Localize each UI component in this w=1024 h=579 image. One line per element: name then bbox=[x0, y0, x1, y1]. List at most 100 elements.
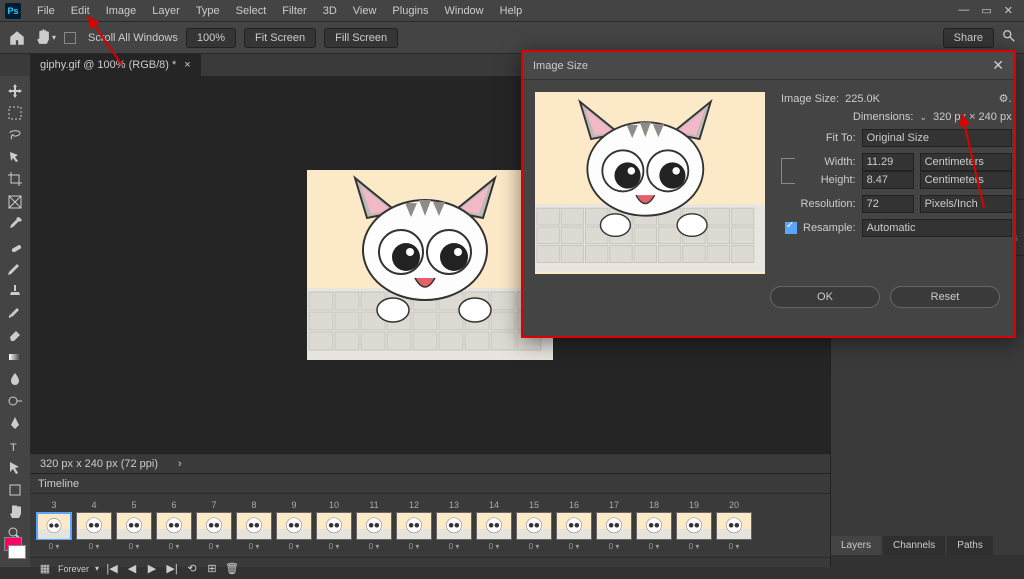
frame-delay[interactable]: 0 ▾ bbox=[609, 542, 620, 551]
eyedropper-tool-icon[interactable] bbox=[2, 213, 28, 234]
brush-tool-icon[interactable] bbox=[2, 258, 28, 279]
shape-tool-icon[interactable] bbox=[2, 479, 28, 500]
frame-delay[interactable]: 0 ▾ bbox=[729, 542, 740, 551]
timeline-newframe-icon[interactable]: ⊞ bbox=[205, 562, 219, 576]
menu-layer[interactable]: Layer bbox=[144, 5, 188, 17]
dialog-gear-icon[interactable]: ⚙. bbox=[999, 92, 1012, 105]
zoom-level-button[interactable]: 100% bbox=[186, 28, 236, 48]
timeline-first-icon[interactable]: |◀ bbox=[105, 562, 119, 576]
timeline-frame[interactable]: 10 0 ▾ bbox=[316, 500, 352, 551]
link-dimensions-icon[interactable] bbox=[781, 158, 795, 184]
timeline-frame[interactable]: 7 0 ▾ bbox=[196, 500, 232, 551]
menu-filter[interactable]: Filter bbox=[274, 5, 314, 17]
height-unit-select[interactable]: Centimeters bbox=[920, 171, 1012, 189]
frame-delay[interactable]: 0 ▾ bbox=[249, 542, 260, 551]
frame-delay[interactable]: 0 ▾ bbox=[89, 542, 100, 551]
timeline-tween-icon[interactable]: ⟲ bbox=[185, 562, 199, 576]
timeline-frame[interactable]: 3 0 ▾ bbox=[36, 500, 72, 551]
resolution-unit-select[interactable]: Pixels/Inch bbox=[920, 195, 1012, 213]
frame-delay[interactable]: 0 ▾ bbox=[169, 542, 180, 551]
tab-channels[interactable]: Channels bbox=[883, 536, 945, 555]
timeline-delete-icon[interactable]: 🗑 bbox=[225, 562, 239, 576]
timeline-frame[interactable]: 4 0 ▾ bbox=[76, 500, 112, 551]
resample-select[interactable]: Automatic bbox=[862, 219, 1012, 237]
timeline-frame[interactable]: 11 0 ▾ bbox=[356, 500, 392, 551]
frame-thumbnail[interactable] bbox=[596, 512, 632, 540]
history-brush-tool-icon[interactable] bbox=[2, 302, 28, 323]
timeline-frame[interactable]: 8 0 ▾ bbox=[236, 500, 272, 551]
hand-tool2-icon[interactable] bbox=[2, 502, 28, 523]
timeline-frame[interactable]: 19 0 ▾ bbox=[676, 500, 712, 551]
frame-tool-icon[interactable] bbox=[2, 191, 28, 212]
frame-thumbnail[interactable] bbox=[156, 512, 192, 540]
timeline-convert-icon[interactable]: ▦ bbox=[38, 562, 52, 576]
frame-thumbnail[interactable] bbox=[236, 512, 272, 540]
gradient-tool-icon[interactable] bbox=[2, 346, 28, 367]
clone-stamp-tool-icon[interactable] bbox=[2, 280, 28, 301]
frame-thumbnail[interactable] bbox=[676, 512, 712, 540]
path-select-tool-icon[interactable] bbox=[2, 457, 28, 478]
frame-delay[interactable]: 0 ▾ bbox=[569, 542, 580, 551]
frame-delay[interactable]: 0 ▾ bbox=[449, 542, 460, 551]
share-button[interactable]: Share bbox=[943, 28, 994, 48]
menu-image[interactable]: Image bbox=[98, 5, 145, 17]
fill-screen-button[interactable]: Fill Screen bbox=[324, 28, 398, 48]
frame-thumbnail[interactable] bbox=[36, 512, 72, 540]
timeline-frame[interactable]: 17 0 ▾ bbox=[596, 500, 632, 551]
frame-delay[interactable]: 0 ▾ bbox=[209, 542, 220, 551]
frame-thumbnail[interactable] bbox=[436, 512, 472, 540]
menu-type[interactable]: Type bbox=[188, 5, 228, 17]
timeline-frame[interactable]: 9 0 ▾ bbox=[276, 500, 312, 551]
frame-delay[interactable]: 0 ▾ bbox=[329, 542, 340, 551]
search-icon[interactable] bbox=[1002, 29, 1016, 46]
frame-thumbnail[interactable] bbox=[196, 512, 232, 540]
menu-plugins[interactable]: Plugins bbox=[384, 5, 436, 17]
timeline-play-icon[interactable]: ▶ bbox=[145, 562, 159, 576]
reset-button[interactable]: Reset bbox=[890, 286, 1000, 308]
fit-screen-button[interactable]: Fit Screen bbox=[244, 28, 316, 48]
frame-delay[interactable]: 0 ▾ bbox=[369, 542, 380, 551]
resample-checkbox[interactable] bbox=[785, 222, 797, 234]
scroll-checkbox[interactable] bbox=[64, 32, 76, 44]
background-swatch[interactable] bbox=[8, 545, 26, 559]
menu-window[interactable]: Window bbox=[437, 5, 492, 17]
document-tab[interactable]: giphy.gif @ 100% (RGB/8) * × bbox=[30, 54, 201, 76]
ok-button[interactable]: OK bbox=[770, 286, 880, 308]
minimize-icon[interactable]: — bbox=[958, 4, 969, 17]
frame-delay[interactable]: 0 ▾ bbox=[129, 542, 140, 551]
frame-delay[interactable]: 0 ▾ bbox=[529, 542, 540, 551]
dimensions-dropdown-icon[interactable]: ⌄ bbox=[919, 112, 927, 123]
frame-thumbnail[interactable] bbox=[516, 512, 552, 540]
frame-thumbnail[interactable] bbox=[76, 512, 112, 540]
frame-thumbnail[interactable] bbox=[316, 512, 352, 540]
timeline-frame[interactable]: 12 0 ▾ bbox=[396, 500, 432, 551]
lasso-tool-icon[interactable] bbox=[2, 124, 28, 145]
menu-view[interactable]: View bbox=[345, 5, 385, 17]
move-tool-icon[interactable] bbox=[2, 80, 28, 101]
frame-thumbnail[interactable] bbox=[116, 512, 152, 540]
timeline-prev-icon[interactable]: ◀ bbox=[125, 562, 139, 576]
timeline-frame[interactable]: 16 0 ▾ bbox=[556, 500, 592, 551]
frame-delay[interactable]: 0 ▾ bbox=[49, 542, 60, 551]
frame-thumbnail[interactable] bbox=[476, 512, 512, 540]
menu-3d[interactable]: 3D bbox=[315, 5, 345, 17]
timeline-next-icon[interactable]: ▶| bbox=[165, 562, 179, 576]
blur-tool-icon[interactable] bbox=[2, 368, 28, 389]
hand-tool-icon[interactable]: ▾ bbox=[34, 27, 56, 49]
width-input[interactable] bbox=[862, 153, 914, 171]
frame-thumbnail[interactable] bbox=[356, 512, 392, 540]
eraser-tool-icon[interactable] bbox=[2, 324, 28, 345]
frame-thumbnail[interactable] bbox=[556, 512, 592, 540]
pen-tool-icon[interactable] bbox=[2, 413, 28, 434]
quick-select-tool-icon[interactable] bbox=[2, 147, 28, 168]
maximize-icon[interactable]: ▭ bbox=[981, 4, 991, 17]
menu-select[interactable]: Select bbox=[228, 5, 275, 17]
width-unit-select[interactable]: Centimeters bbox=[920, 153, 1012, 171]
timeline-frame[interactable]: 20 0 ▾ bbox=[716, 500, 752, 551]
resolution-input[interactable] bbox=[862, 195, 914, 213]
menu-file[interactable]: File bbox=[29, 5, 63, 17]
tab-layers[interactable]: Layers bbox=[831, 536, 881, 555]
frame-delay[interactable]: 0 ▾ bbox=[689, 542, 700, 551]
timeline-frame[interactable]: 13 0 ▾ bbox=[436, 500, 472, 551]
timeline-frame[interactable]: 15 0 ▾ bbox=[516, 500, 552, 551]
